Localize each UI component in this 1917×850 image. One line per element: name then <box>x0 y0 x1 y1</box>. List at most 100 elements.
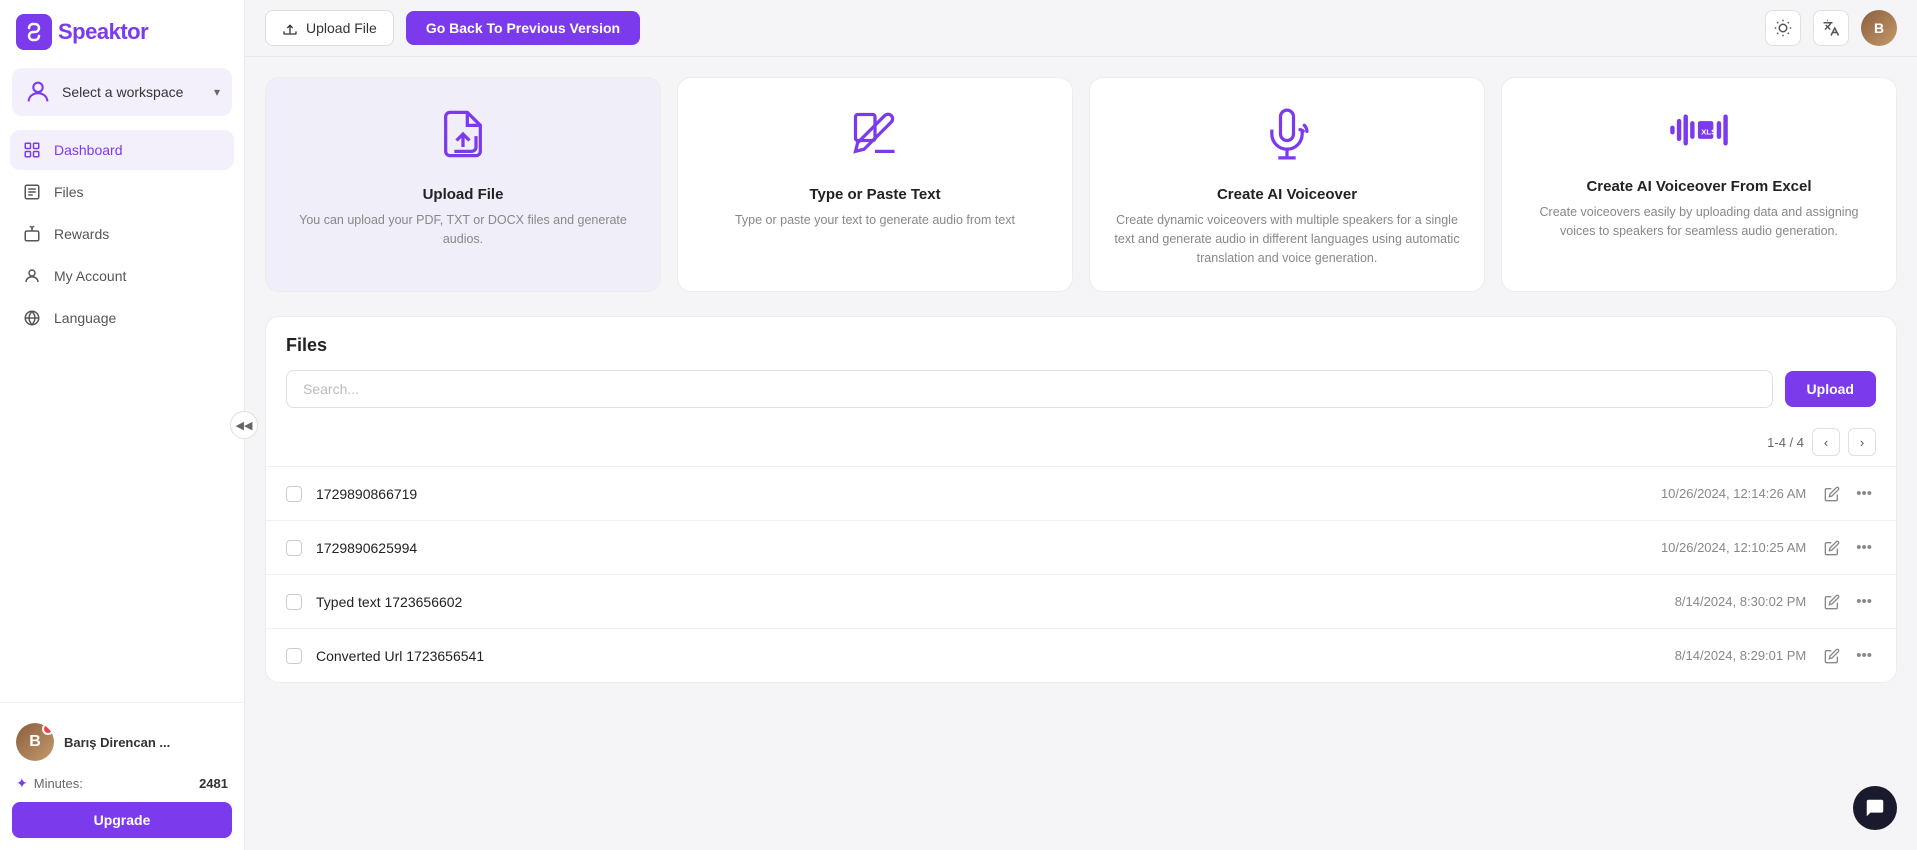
file-date-3: 8/14/2024, 8:30:02 PM <box>1675 594 1807 609</box>
minutes-value: 2481 <box>199 776 228 791</box>
minutes-icon: ✦ <box>16 775 28 792</box>
svg-text:XLS: XLS <box>1701 127 1716 136</box>
sidebar-item-my-account[interactable]: My Account <box>10 256 234 296</box>
avatar: B <box>16 723 54 761</box>
upload-file-card[interactable]: Upload File You can upload your PDF, TXT… <box>265 77 661 292</box>
go-back-button[interactable]: Go Back To Previous Version <box>406 11 640 45</box>
type-paste-card-desc: Type or paste your text to generate audi… <box>735 211 1015 230</box>
collapse-sidebar-button[interactable]: ◀◀ <box>230 411 258 439</box>
file-edit-button-1[interactable] <box>1820 482 1844 506</box>
file-more-button-4[interactable]: ••• <box>1852 643 1876 668</box>
pagination-prev-button[interactable]: ‹ <box>1812 428 1840 456</box>
workspace-label: Select a workspace <box>62 84 204 100</box>
logo-area: Speaktor <box>0 0 244 64</box>
file-edit-button-3[interactable] <box>1820 590 1844 614</box>
brightness-button[interactable] <box>1765 10 1801 46</box>
ai-voiceover-card-icon <box>1261 108 1313 170</box>
topbar-left: Upload File Go Back To Previous Version <box>265 10 640 46</box>
file-name-3: Typed text 1723656602 <box>316 594 1661 610</box>
ai-voiceover-card[interactable]: Create AI Voiceover Create dynamic voice… <box>1089 77 1485 292</box>
sidebar-item-files-label: Files <box>54 184 84 200</box>
table-row: Converted Url 1723656541 8/14/2024, 8:29… <box>266 628 1896 682</box>
files-header: Files <box>266 317 1896 370</box>
page-content: Upload File You can upload your PDF, TXT… <box>245 57 1917 850</box>
file-more-button-3[interactable]: ••• <box>1852 589 1876 614</box>
chat-icon <box>1864 797 1886 819</box>
file-name-2: 1729890625994 <box>316 540 1647 556</box>
dashboard-icon <box>22 140 42 160</box>
main-content: Upload File Go Back To Previous Version … <box>245 0 1917 850</box>
table-row: 1729890866719 10/26/2024, 12:14:26 AM ••… <box>266 466 1896 520</box>
sun-icon <box>1774 19 1792 37</box>
ai-voiceover-card-desc: Create dynamic voiceovers with multiple … <box>1110 211 1464 267</box>
feature-cards: Upload File You can upload your PDF, TXT… <box>265 77 1897 292</box>
sidebar: Speaktor Select a workspace ▾ Dashboard <box>0 0 245 850</box>
sidebar-item-dashboard[interactable]: Dashboard <box>10 130 234 170</box>
upgrade-button[interactable]: Upgrade <box>12 802 232 838</box>
pagination-next-button[interactable]: › <box>1848 428 1876 456</box>
sidebar-item-rewards-label: Rewards <box>54 226 109 242</box>
upload-file-card-desc: You can upload your PDF, TXT or DOCX fil… <box>286 211 640 249</box>
table-row: 1729890625994 10/26/2024, 12:10:25 AM ••… <box>266 520 1896 574</box>
topbar-right: B <box>1765 10 1897 46</box>
files-upload-button[interactable]: Upload <box>1785 371 1876 407</box>
logo-icon <box>16 14 52 50</box>
sidebar-bottom: B Barış Direncan ... ✦ Minutes: 2481 Upg… <box>0 702 244 850</box>
translate-button[interactable] <box>1813 10 1849 46</box>
file-actions-3: ••• <box>1820 589 1876 614</box>
file-checkbox-4[interactable] <box>286 648 302 664</box>
logo-text: Speaktor <box>58 19 148 45</box>
file-name-4: Converted Url 1723656541 <box>316 648 1661 664</box>
file-actions-1: ••• <box>1820 481 1876 506</box>
upload-icon <box>282 20 298 36</box>
file-checkbox-1[interactable] <box>286 486 302 502</box>
file-checkbox-2[interactable] <box>286 540 302 556</box>
sidebar-item-language[interactable]: Language <box>10 298 234 338</box>
chevron-down-icon: ▾ <box>214 85 220 99</box>
sidebar-item-files[interactable]: Files <box>10 172 234 212</box>
chat-bubble-button[interactable] <box>1853 786 1897 830</box>
search-input[interactable] <box>286 370 1773 408</box>
sidebar-nav: Dashboard Files Rewards <box>0 124 244 702</box>
pagination-info: 1-4 / 4 <box>1767 435 1804 450</box>
logo: Speaktor <box>16 14 148 50</box>
minutes-label: ✦ Minutes: <box>16 775 83 792</box>
file-actions-4: ••• <box>1820 643 1876 668</box>
upload-file-button[interactable]: Upload File <box>265 10 394 46</box>
file-more-button-1[interactable]: ••• <box>1852 481 1876 506</box>
upload-file-card-title: Upload File <box>423 186 504 203</box>
files-section: Files Upload 1-4 / 4 ‹ › 1729890866719 1… <box>265 316 1897 683</box>
files-pagination: 1-4 / 4 ‹ › <box>266 422 1896 466</box>
type-paste-card-title: Type or Paste Text <box>809 186 940 203</box>
account-icon <box>22 266 42 286</box>
excel-voiceover-card[interactable]: XLS Create AI Voiceover From Excel Creat… <box>1501 77 1897 292</box>
user-info: B Barış Direncan ... <box>12 715 232 769</box>
file-date-4: 8/14/2024, 8:29:01 PM <box>1675 648 1807 663</box>
table-row: Typed text 1723656602 8/14/2024, 8:30:02… <box>266 574 1896 628</box>
workspace-selector[interactable]: Select a workspace ▾ <box>12 68 232 116</box>
file-actions-2: ••• <box>1820 535 1876 560</box>
sidebar-item-language-label: Language <box>54 310 116 326</box>
file-edit-button-2[interactable] <box>1820 536 1844 560</box>
rewards-icon <box>22 224 42 244</box>
user-name: Barış Direncan ... <box>64 735 228 750</box>
sidebar-item-dashboard-label: Dashboard <box>54 142 123 158</box>
excel-voiceover-card-desc: Create voiceovers easily by uploading da… <box>1522 203 1876 241</box>
file-more-button-2[interactable]: ••• <box>1852 535 1876 560</box>
translate-icon <box>1822 19 1840 37</box>
type-paste-card[interactable]: Type or Paste Text Type or paste your te… <box>677 77 1073 292</box>
language-icon <box>22 308 42 328</box>
file-edit-button-4[interactable] <box>1820 644 1844 668</box>
files-icon <box>22 182 42 202</box>
file-name-1: 1729890866719 <box>316 486 1647 502</box>
excel-voiceover-card-title: Create AI Voiceover From Excel <box>1586 178 1811 195</box>
sidebar-item-my-account-label: My Account <box>54 268 126 284</box>
sidebar-item-rewards[interactable]: Rewards <box>10 214 234 254</box>
file-date-1: 10/26/2024, 12:14:26 AM <box>1661 486 1806 501</box>
user-avatar-top[interactable]: B <box>1861 10 1897 46</box>
topbar: Upload File Go Back To Previous Version … <box>245 0 1917 57</box>
ai-voiceover-card-title: Create AI Voiceover <box>1217 186 1357 203</box>
type-paste-card-icon <box>849 108 901 170</box>
files-toolbar: Upload <box>266 370 1896 422</box>
file-checkbox-3[interactable] <box>286 594 302 610</box>
